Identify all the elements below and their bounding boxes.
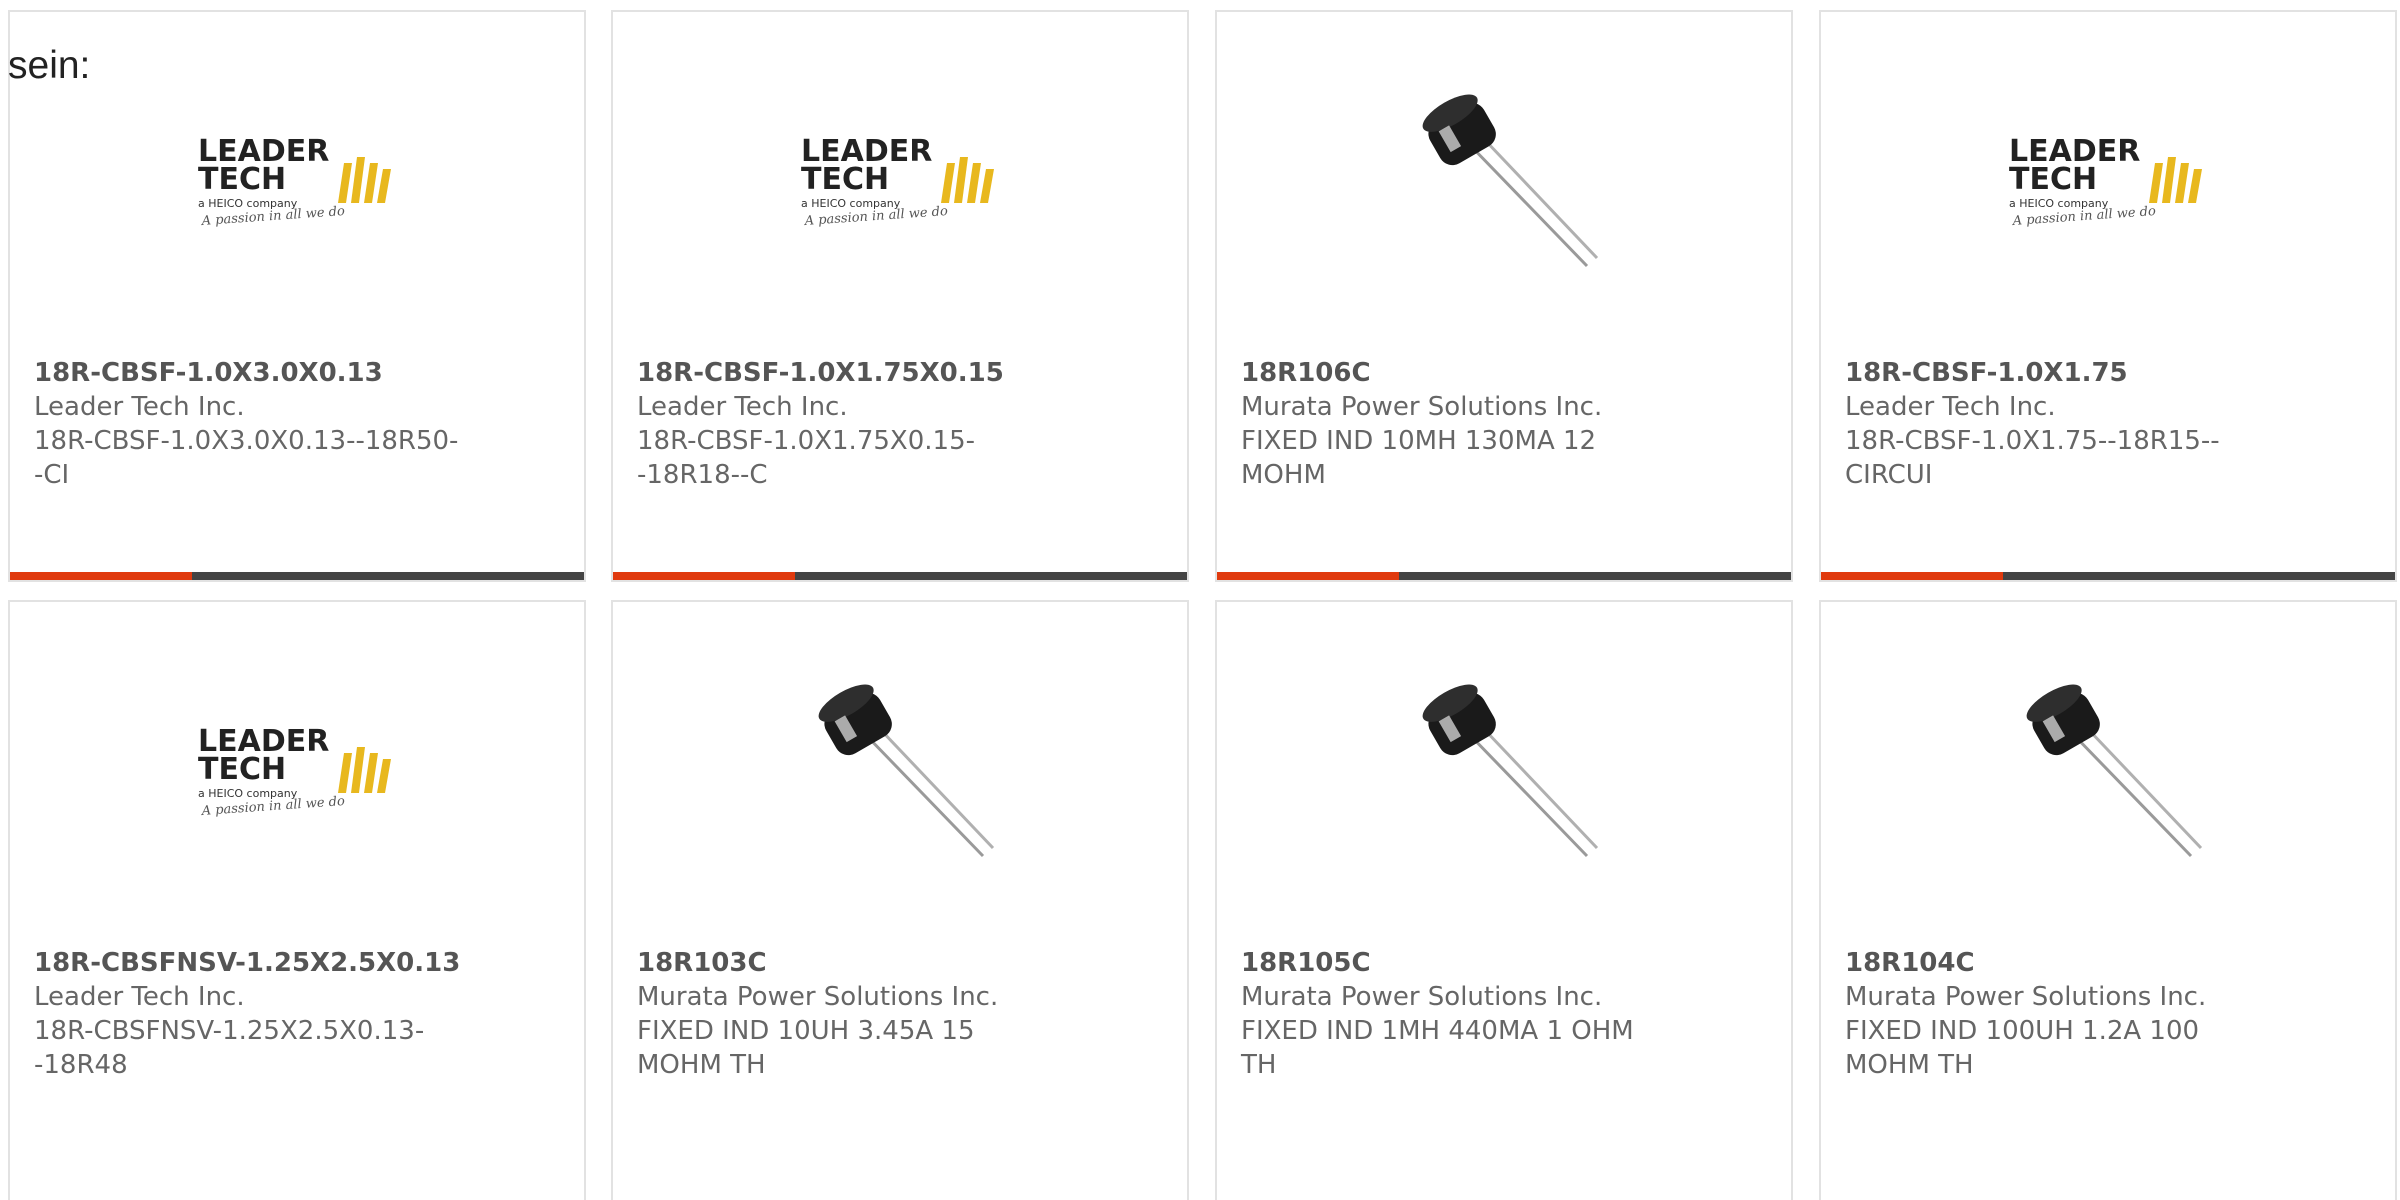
logo-word-tech: TECH	[2009, 162, 2097, 197]
logo-gold-stripes	[338, 747, 391, 793]
part-number[interactable]: 18R105C	[1241, 946, 1671, 980]
product-card[interactable]: LEADER TECH a HEICO company A passion in…	[611, 10, 1189, 582]
product-image[interactable]: LEADER TECH a HEICO company A passion in…	[797, 80, 1003, 286]
logo-gold-stripes	[941, 157, 994, 203]
card-accent	[1217, 572, 1399, 580]
part-number[interactable]: 18R-CBSF-1.0X3.0X0.13	[34, 356, 464, 390]
card-accent	[613, 572, 795, 580]
product-card[interactable]: LEADER TECH a HEICO company A passion in…	[1819, 10, 2397, 582]
radial-inductor-icon	[818, 684, 995, 858]
product-info: 18R104C Murata Power Solutions Inc. FIXE…	[1845, 946, 2275, 1082]
product-image[interactable]	[2005, 670, 2211, 876]
card-bottom-bar	[1821, 572, 2395, 580]
product-grid: LEADER TECH a HEICO company A passion in…	[0, 0, 2400, 1200]
radial-inductor-icon	[1422, 684, 1599, 858]
description: FIXED IND 1MH 440MA 1 OHM TH	[1241, 1016, 1634, 1080]
manufacturer: Murata Power Solutions Inc.	[637, 982, 999, 1012]
intro-text: sein:	[8, 44, 91, 87]
logo-gold-stripes	[2149, 157, 2202, 203]
product-card[interactable]: 18R105C Murata Power Solutions Inc. FIXE…	[1215, 600, 1793, 1200]
leader-tech-logo: LEADER TECH a HEICO company A passion in…	[2009, 134, 2202, 229]
manufacturer: Leader Tech Inc.	[1845, 392, 2056, 422]
product-card[interactable]: LEADER TECH a HEICO company A passion in…	[8, 10, 586, 582]
product-card[interactable]: 18R104C Murata Power Solutions Inc. FIXE…	[1819, 600, 2397, 1200]
part-number[interactable]: 18R-CBSF-1.0X1.75	[1845, 356, 2275, 390]
product-card[interactable]: 18R106C Murata Power Solutions Inc. FIXE…	[1215, 10, 1793, 582]
product-image[interactable]	[1401, 670, 1607, 876]
product-info: 18R-CBSF-1.0X1.75 Leader Tech Inc. 18R-C…	[1845, 356, 2275, 492]
product-image[interactable]	[797, 670, 1003, 876]
description: 18R-CBSF-1.0X1.75X0.15--18R18--C	[637, 426, 975, 490]
manufacturer: Murata Power Solutions Inc.	[1241, 392, 1603, 422]
product-info: 18R103C Murata Power Solutions Inc. FIXE…	[637, 946, 1067, 1082]
card-bottom-bar	[10, 572, 584, 580]
logo-word-tech: TECH	[801, 162, 889, 197]
card-bottom-bar	[1217, 572, 1791, 580]
description: 18R-CBSF-1.0X1.75--18R15--CIRCUI	[1845, 426, 2220, 490]
logo-gold-stripes	[338, 157, 391, 203]
description: FIXED IND 100UH 1.2A 100 MOHM TH	[1845, 1016, 2200, 1080]
description: 18R-CBSFNSV-1.25X2.5X0.13--18R48	[34, 1016, 425, 1080]
product-image[interactable]: LEADER TECH a HEICO company A passion in…	[194, 80, 400, 286]
description: FIXED IND 10UH 3.45A 15 MOHM TH	[637, 1016, 975, 1080]
product-info: 18R-CBSF-1.0X1.75X0.15 Leader Tech Inc. …	[637, 356, 1067, 492]
manufacturer: Leader Tech Inc.	[637, 392, 848, 422]
product-image[interactable]	[1401, 80, 1607, 286]
part-number[interactable]: 18R104C	[1845, 946, 2275, 980]
product-card[interactable]: LEADER TECH a HEICO company A passion in…	[8, 600, 586, 1200]
part-number[interactable]: 18R103C	[637, 946, 1067, 980]
product-info: 18R-CBSF-1.0X3.0X0.13 Leader Tech Inc. 1…	[34, 356, 464, 492]
manufacturer: Leader Tech Inc.	[34, 392, 245, 422]
part-number[interactable]: 18R-CBSF-1.0X1.75X0.15	[637, 356, 1067, 390]
product-info: 18R105C Murata Power Solutions Inc. FIXE…	[1241, 946, 1671, 1082]
leader-tech-logo: LEADER TECH a HEICO company A passion in…	[801, 134, 994, 229]
description: FIXED IND 10MH 130MA 12 MOHM	[1241, 426, 1597, 490]
product-card[interactable]: 18R103C Murata Power Solutions Inc. FIXE…	[611, 600, 1189, 1200]
radial-inductor-icon	[1422, 94, 1599, 268]
manufacturer: Murata Power Solutions Inc.	[1241, 982, 1603, 1012]
card-bottom-bar	[613, 572, 1187, 580]
description: 18R-CBSF-1.0X3.0X0.13--18R50--CI	[34, 426, 459, 490]
leader-tech-logo: LEADER TECH a HEICO company A passion in…	[198, 724, 391, 819]
manufacturer: Murata Power Solutions Inc.	[1845, 982, 2207, 1012]
logo-word-tech: TECH	[198, 752, 286, 787]
product-info: 18R-CBSFNSV-1.25X2.5X0.13 Leader Tech In…	[34, 946, 464, 1082]
product-image[interactable]: LEADER TECH a HEICO company A passion in…	[194, 670, 400, 876]
logo-word-tech: TECH	[198, 162, 286, 197]
manufacturer: Leader Tech Inc.	[34, 982, 245, 1012]
card-accent	[1821, 572, 2003, 580]
product-info: 18R106C Murata Power Solutions Inc. FIXE…	[1241, 356, 1671, 492]
part-number[interactable]: 18R106C	[1241, 356, 1671, 390]
card-accent	[10, 572, 192, 580]
leader-tech-logo: LEADER TECH a HEICO company A passion in…	[198, 134, 391, 229]
product-image[interactable]: LEADER TECH a HEICO company A passion in…	[2005, 80, 2211, 286]
radial-inductor-icon	[2026, 684, 2203, 858]
part-number[interactable]: 18R-CBSFNSV-1.25X2.5X0.13	[34, 946, 464, 980]
